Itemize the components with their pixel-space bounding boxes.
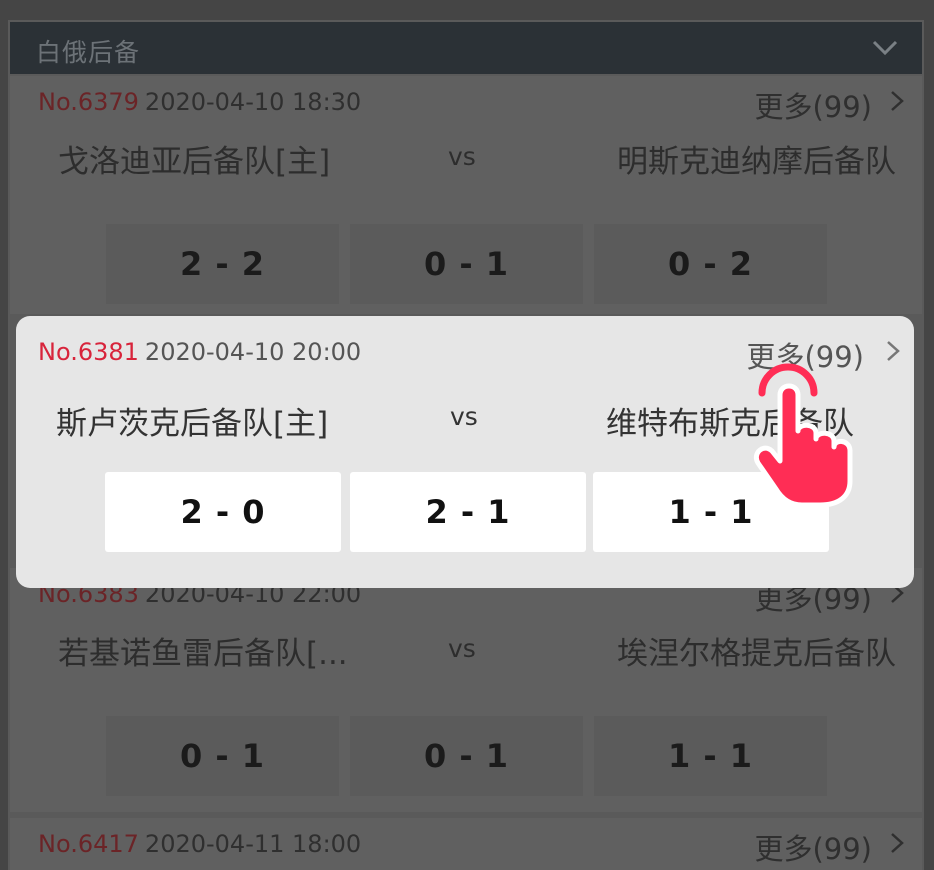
hand-pointer-icon bbox=[754, 363, 853, 508]
score-option-button[interactable]: 0 - 1 bbox=[350, 224, 583, 304]
chevron-right-icon[interactable] bbox=[884, 340, 902, 362]
score-option-button[interactable]: 0 - 2 bbox=[594, 224, 827, 304]
away-team: 明斯克迪纳摩后备队 bbox=[617, 144, 896, 180]
home-team: 若基诺鱼雷后备队[... bbox=[58, 636, 348, 672]
vs-label: vs bbox=[450, 402, 478, 431]
match-time: 2020-04-11 18:00 bbox=[144, 830, 362, 858]
home-team: 戈洛迪亚后备队[主] bbox=[58, 144, 331, 180]
chevron-right-icon[interactable] bbox=[888, 832, 906, 854]
vs-label: vs bbox=[448, 142, 476, 171]
match-meta: No.6379 2020-04-10 18:30 bbox=[38, 88, 361, 116]
match-number: No.6417 bbox=[38, 830, 139, 858]
score-option-button[interactable]: 0 - 1 bbox=[106, 716, 339, 796]
match-card: No.6383 2020-04-10 22:00 更多(99) 若基诺鱼雷后备队[… bbox=[10, 568, 922, 812]
match-meta: No.6417 2020-04-11 18:00 bbox=[38, 830, 361, 858]
match-number: No.6381 bbox=[38, 338, 139, 366]
chevron-right-icon[interactable] bbox=[888, 90, 906, 112]
league-name: 白俄后备 bbox=[36, 38, 141, 67]
score-option-button[interactable]: 2 - 0 bbox=[105, 472, 341, 552]
home-team: 斯卢茨克后备队[主] bbox=[56, 406, 329, 442]
more-link[interactable]: 更多(99) bbox=[754, 826, 872, 868]
score-option-button[interactable]: 0 - 1 bbox=[350, 716, 583, 796]
match-meta: No.6381 2020-04-10 20:00 bbox=[38, 338, 361, 366]
away-team: 埃涅尔格提克后备队 bbox=[617, 636, 896, 672]
chevron-down-icon[interactable] bbox=[870, 32, 900, 62]
match-card: No.6417 2020-04-11 18:00 更多(99) bbox=[10, 818, 922, 870]
score-option-button[interactable]: 2 - 1 bbox=[350, 472, 586, 552]
more-link[interactable]: 更多(99) bbox=[754, 84, 872, 126]
match-number: No.6379 bbox=[38, 88, 139, 116]
match-time: 2020-04-10 20:00 bbox=[144, 338, 362, 366]
vs-label: vs bbox=[448, 634, 476, 663]
league-header[interactable]: 白俄后备 bbox=[10, 22, 922, 74]
score-option-button[interactable]: 1 - 1 bbox=[594, 716, 827, 796]
match-card: No.6379 2020-04-10 18:30 更多(99) 戈洛迪亚后备队[主… bbox=[10, 76, 922, 314]
score-option-button[interactable]: 2 - 2 bbox=[106, 224, 339, 304]
match-time: 2020-04-10 18:30 bbox=[144, 88, 362, 116]
